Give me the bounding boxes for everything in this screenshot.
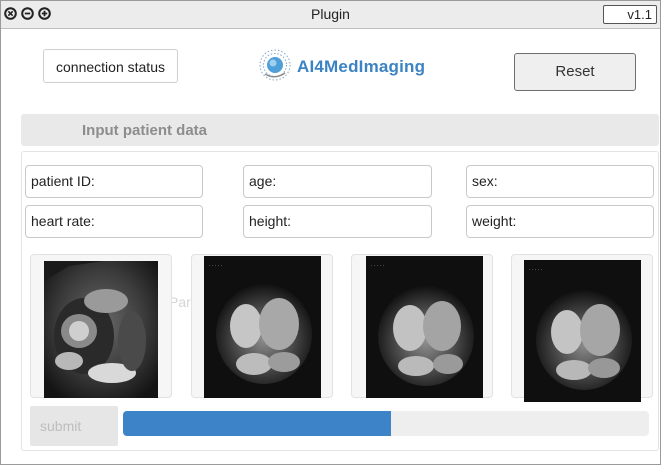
obscured-label: Par — [169, 294, 191, 310]
cardiac-mri-short-axis-image — [44, 261, 158, 398]
sex-field[interactable]: sex: — [466, 165, 654, 198]
submit-button[interactable]: submit — [30, 406, 118, 446]
cardiac-mri-four-chamber-image-3: ..... — [524, 260, 641, 402]
section-title: Input patient data — [82, 122, 207, 139]
age-field[interactable]: age: — [243, 165, 432, 198]
svg-text:.....: ..... — [528, 266, 543, 272]
cardiac-mri-four-chamber-image-1: ..... — [204, 256, 321, 398]
section-header[interactable]: Input patient data — [21, 114, 659, 146]
image-card-2[interactable]: ..... — [191, 254, 333, 398]
logo: AI4MedImaging — [257, 44, 425, 90]
heart-rate-field[interactable]: heart rate: — [25, 205, 203, 238]
version-badge: v1.1 — [603, 5, 657, 24]
patient-id-field[interactable]: patient ID: — [25, 165, 203, 198]
svg-text:.....: ..... — [370, 262, 385, 268]
progress-bar — [123, 411, 649, 436]
weight-field[interactable]: weight: — [466, 205, 654, 238]
image-card-1[interactable] — [30, 254, 172, 398]
image-card-4[interactable]: ..... — [511, 254, 653, 402]
image-card-3[interactable]: ..... — [351, 254, 493, 398]
height-field[interactable]: height: — [243, 205, 432, 238]
reset-button[interactable]: Reset — [514, 53, 636, 91]
logo-globe-icon — [257, 47, 293, 88]
window-title: Plugin — [311, 6, 350, 22]
logo-text: AI4MedImaging — [297, 57, 426, 76]
title-bar: Plugin v1.1 — [1, 1, 660, 29]
progress-fill — [123, 411, 391, 436]
plugin-window: Plugin v1.1 connection status AI4MedImag… — [0, 0, 661, 465]
svg-text:.....: ..... — [208, 262, 223, 268]
cardiac-mri-four-chamber-image-2: ..... — [366, 256, 483, 398]
connection-status-button[interactable]: connection status — [43, 49, 178, 83]
